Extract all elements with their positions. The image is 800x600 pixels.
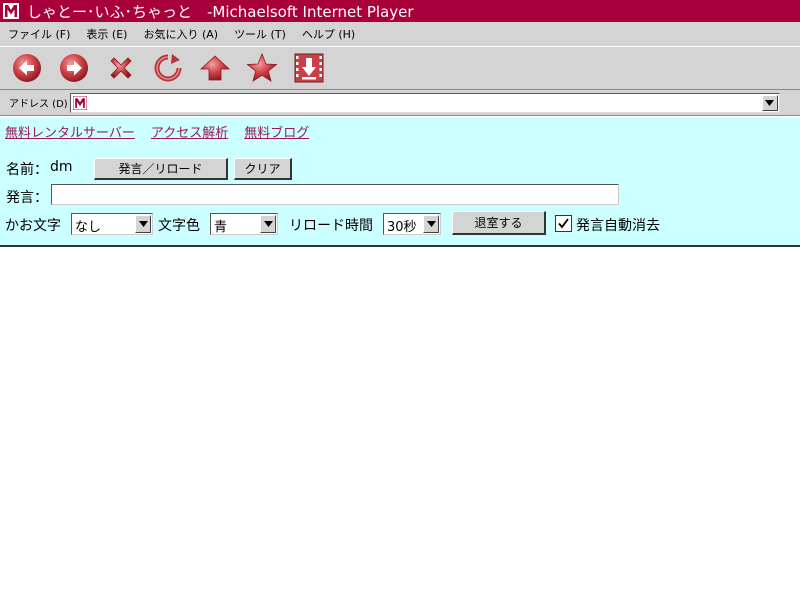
favorites-icon [246,52,278,82]
download-button[interactable] [292,51,326,85]
back-icon [13,54,41,82]
ad-links: 無料レンタルサーバー アクセス解析 無料ブログ [5,122,325,141]
clear-button[interactable]: クリア [234,158,292,180]
text-color-dropdown-button[interactable] [260,215,276,233]
stop-button[interactable] [104,51,138,85]
menu-bar: ファイル (F) 表示 (E) お気に入り (A) ツール (T) ヘルプ (H… [0,22,800,46]
menu-tools[interactable]: ツール (T) [234,26,286,42]
download-icon [294,53,324,83]
menu-view[interactable]: 表示 (E) [86,26,127,42]
message-label: 発言： [6,190,48,206]
address-field[interactable] [69,92,780,113]
chevron-down-icon [765,99,775,106]
address-bar: アドレス (D) [0,90,800,116]
page-favicon-icon [72,95,87,110]
title-bar: しゃとー･いふ･ちゃっと -Michaelsoft Internet Playe… [0,0,800,22]
reload-time-dropdown-button[interactable] [423,215,439,233]
chevron-down-icon [426,221,436,227]
refresh-button[interactable] [151,51,185,85]
home-icon [199,55,231,81]
address-dropdown-button[interactable] [761,94,778,111]
address-label: アドレス (D) [9,99,68,110]
chevron-down-icon [138,221,148,227]
page-content: 無料レンタルサーバー アクセス解析 無料ブログ 名前： dm 発言／リロード ク… [0,117,800,247]
stop-icon [110,57,132,79]
text-color-select[interactable]: 青 [210,213,278,235]
menu-help[interactable]: ヘルプ (H) [302,26,355,42]
message-input[interactable] [51,184,619,205]
menu-favorites[interactable]: お気に入り (A) [143,26,218,42]
window-title: しゃとー･いふ･ちゃっと -Michaelsoft Internet Playe… [27,2,414,21]
auto-clear-label: 発言自動消去 [576,218,660,234]
app-logo-icon [3,3,19,19]
kaomoji-select[interactable]: なし [71,213,153,235]
reload-time-select-value: 30秒 [387,220,417,235]
back-button[interactable] [10,51,44,85]
leave-room-button[interactable]: 退室する [452,211,546,235]
kaomoji-label: かお文字 [5,218,61,234]
auto-clear-checkbox[interactable] [555,215,572,232]
name-value: dm [50,159,73,175]
checkmark-icon [558,218,569,229]
link-access-analysis[interactable]: アクセス解析 [151,122,228,141]
kaomoji-dropdown-button[interactable] [135,215,151,233]
address-input[interactable] [88,94,749,111]
home-button[interactable] [198,51,232,85]
reload-time-label: リロード時間 [289,218,373,234]
toolbar [0,46,800,90]
forward-icon [60,54,88,82]
link-free-server[interactable]: 無料レンタルサーバー [5,122,135,141]
refresh-icon [154,54,182,82]
menu-file[interactable]: ファイル (F) [8,26,70,42]
favorites-button[interactable] [245,51,279,85]
post-reload-button[interactable]: 発言／リロード [94,158,228,180]
text-color-label: 文字色 [158,218,200,234]
name-label: 名前： [6,162,48,178]
link-free-blog[interactable]: 無料ブログ [244,122,309,141]
kaomoji-select-value: なし [75,220,102,235]
reload-time-select[interactable]: 30秒 [383,213,441,235]
text-color-select-value: 青 [214,220,228,235]
chevron-down-icon [263,221,273,227]
forward-button[interactable] [57,51,91,85]
